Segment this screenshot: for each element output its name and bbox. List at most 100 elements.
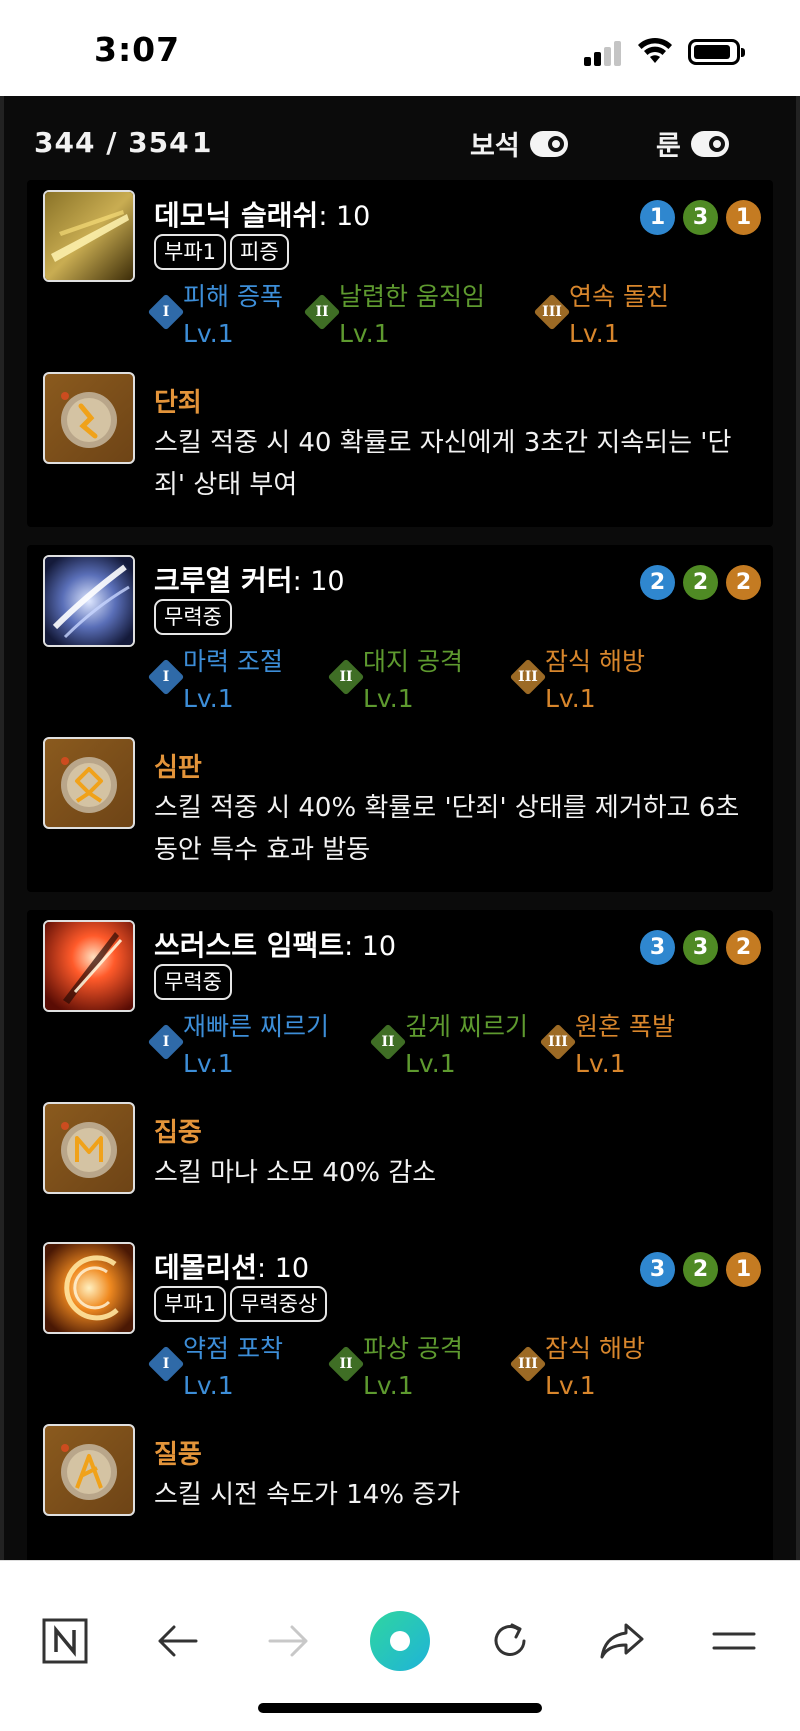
- tripod-row: I 재빠른 찌르기 Lv.1 II 깊게 찌르기 Lv.1 III 원혼 폭발 …: [147, 1007, 753, 1091]
- reload-icon[interactable]: [478, 1609, 542, 1673]
- skill-tag: 무력중상: [230, 1286, 328, 1322]
- skill-level: : 10: [292, 566, 345, 597]
- skill-level: : 10: [257, 1253, 310, 1284]
- rune-name: 질풍: [154, 1440, 202, 1470]
- rune-description: 스킬 적중 시 40% 확률로 '단죄' 상태를 제거하고 6초 동안 특수 효…: [154, 793, 740, 865]
- rune-name: 단죄: [154, 388, 202, 418]
- rune-icon: [43, 737, 135, 829]
- skill-card[interactable]: 크루얼 커터: 10 무력중 2 2 2 I 마력 조절 Lv.1 II 대지 …: [27, 545, 773, 892]
- rune-icon: [43, 1102, 135, 1194]
- badge-blue: 3: [640, 930, 675, 965]
- skill-card[interactable]: 데모닉 슬래쉬: 10 부파1 피증 1 3 1 I 피해 증폭 Lv.1 II…: [27, 180, 773, 527]
- tripod-tier1-icon: I: [147, 1023, 185, 1061]
- tripod-tier3-icon: III: [509, 1345, 547, 1383]
- green-dot-icon[interactable]: [368, 1609, 432, 1673]
- status-bar: 3:07: [0, 0, 800, 96]
- summary-bar: 344 / 354 1 보석 룬: [0, 96, 800, 180]
- badge-orange: 2: [726, 930, 761, 965]
- gem-toggle-group[interactable]: 보석: [470, 124, 568, 163]
- tripod-level: Lv.1: [569, 319, 620, 348]
- tripod-level: Lv.1: [183, 1049, 234, 1078]
- skill-name: 데모닉 슬래쉬: 10: [154, 199, 371, 232]
- badge-orange: 1: [726, 1252, 761, 1287]
- tripod-name: 파상 공격: [363, 1334, 463, 1363]
- skill-tag: 부파1: [154, 1286, 227, 1322]
- skill-name: 쓰러스트 임팩트: 10: [154, 929, 397, 962]
- battery-icon: [688, 39, 745, 65]
- skill-card[interactable]: 쓰러스트 임팩트: 10 무력중 3 3 2 I 재빠른 찌르기 Lv.1 II…: [27, 910, 773, 1257]
- tripod-name: 잠식 해방: [545, 1334, 645, 1363]
- home-indicator[interactable]: [258, 1703, 542, 1713]
- skill-level: : 10: [318, 201, 371, 232]
- share-icon[interactable]: [590, 1609, 654, 1673]
- skill-icon-demolition: [43, 1242, 135, 1334]
- tripod-tier2-icon: II: [327, 1345, 365, 1383]
- tripod-name: 날렵한 움직임: [339, 282, 485, 311]
- rune-description: 스킬 적중 시 40 확률로 자신에게 3초간 지속되는 '단죄' 상태 부여: [154, 428, 732, 500]
- tripod-name: 마력 조절: [183, 647, 283, 676]
- summary-count: 1: [192, 126, 212, 159]
- badge-orange: 1: [726, 200, 761, 235]
- badge-green: 2: [683, 565, 718, 600]
- skill-icon-demonic-slash: [43, 190, 135, 282]
- tripod-tier1-icon: I: [147, 658, 185, 696]
- rune-icon: [43, 1424, 135, 1516]
- status-time: 3:07: [94, 30, 181, 69]
- badge-green: 3: [683, 930, 718, 965]
- tripod-name: 피해 증폭: [183, 282, 283, 311]
- tripod-level: Lv.1: [575, 1049, 626, 1078]
- tripod-level: Lv.1: [339, 319, 390, 348]
- tripod-row: I 약점 포착 Lv.1 II 파상 공격 Lv.1 III 잠식 해방 Lv.…: [147, 1329, 753, 1413]
- cellular-signal-icon: [584, 40, 624, 66]
- skill-level: : 10: [344, 931, 397, 962]
- skill-name: 크루얼 커터: 10: [154, 564, 345, 597]
- badge-blue: 1: [640, 200, 675, 235]
- tripod-level: Lv.1: [183, 319, 234, 348]
- tripod-row: I 마력 조절 Lv.1 II 대지 공격 Lv.1 III 잠식 해방 Lv.…: [147, 642, 753, 726]
- gem-badges: 3 2 1: [640, 1252, 761, 1287]
- tripod-level: Lv.1: [183, 684, 234, 713]
- tripod-tier3-icon: III: [509, 658, 547, 696]
- tripod-tier2-icon: II: [303, 293, 341, 331]
- skill-tags: 무력중: [154, 964, 232, 1000]
- gem-badges: 1 3 1: [640, 200, 761, 235]
- tripod-level: Lv.1: [545, 684, 596, 713]
- tripod-level: Lv.1: [183, 1371, 234, 1400]
- skill-tags: 무력중: [154, 599, 232, 635]
- menu-icon[interactable]: [702, 1609, 766, 1673]
- badge-blue: 2: [640, 565, 675, 600]
- skill-tag: 무력중: [154, 964, 232, 1000]
- forward-icon[interactable]: [256, 1609, 320, 1673]
- badge-green: 3: [683, 200, 718, 235]
- tripod-name: 대지 공격: [363, 647, 463, 676]
- tripod-name: 재빠른 찌르기: [183, 1012, 329, 1041]
- rune-toggle[interactable]: [690, 130, 729, 157]
- tripod-name: 원혼 폭발: [575, 1012, 675, 1041]
- gem-toggle[interactable]: [529, 130, 568, 157]
- skill-points: 344 / 354: [34, 126, 190, 159]
- rune-toggle-group[interactable]: 룬: [656, 124, 729, 163]
- rune-icon: [43, 372, 135, 464]
- tripod-tier3-icon: III: [533, 293, 571, 331]
- badge-blue: 3: [640, 1252, 675, 1287]
- naver-home-icon[interactable]: [33, 1609, 97, 1673]
- gem-badges: 3 3 2: [640, 930, 761, 965]
- rune-name: 심판: [154, 753, 202, 783]
- main-content: 344 / 354 1 보석 룬 데모닉 슬래쉬: 10 부파1 피증 1 3 …: [0, 96, 800, 1560]
- tripod-name: 잠식 해방: [545, 647, 645, 676]
- rune-toggle-label: 룬: [656, 131, 681, 162]
- rune-description: 스킬 마나 소모 40% 감소: [154, 1158, 437, 1188]
- tripod-name: 약점 포착: [183, 1334, 283, 1363]
- tripod-tier3-icon: III: [539, 1023, 577, 1061]
- scroll-edge: [0, 96, 4, 1560]
- tripod-name: 연속 돌진: [569, 282, 669, 311]
- skill-card[interactable]: 데몰리션: 10 부파1 무력중상 3 2 1 I 약점 포착 Lv.1 II …: [27, 1232, 773, 1560]
- skill-tag: 부파1: [154, 234, 227, 270]
- tripod-level: Lv.1: [363, 684, 414, 713]
- back-icon[interactable]: [146, 1609, 210, 1673]
- rune-description: 스킬 시전 속도가 14% 증가: [154, 1480, 461, 1510]
- tripod-tier1-icon: I: [147, 293, 185, 331]
- tripod-level: Lv.1: [405, 1049, 456, 1078]
- badge-orange: 2: [726, 565, 761, 600]
- tripod-level: Lv.1: [363, 1371, 414, 1400]
